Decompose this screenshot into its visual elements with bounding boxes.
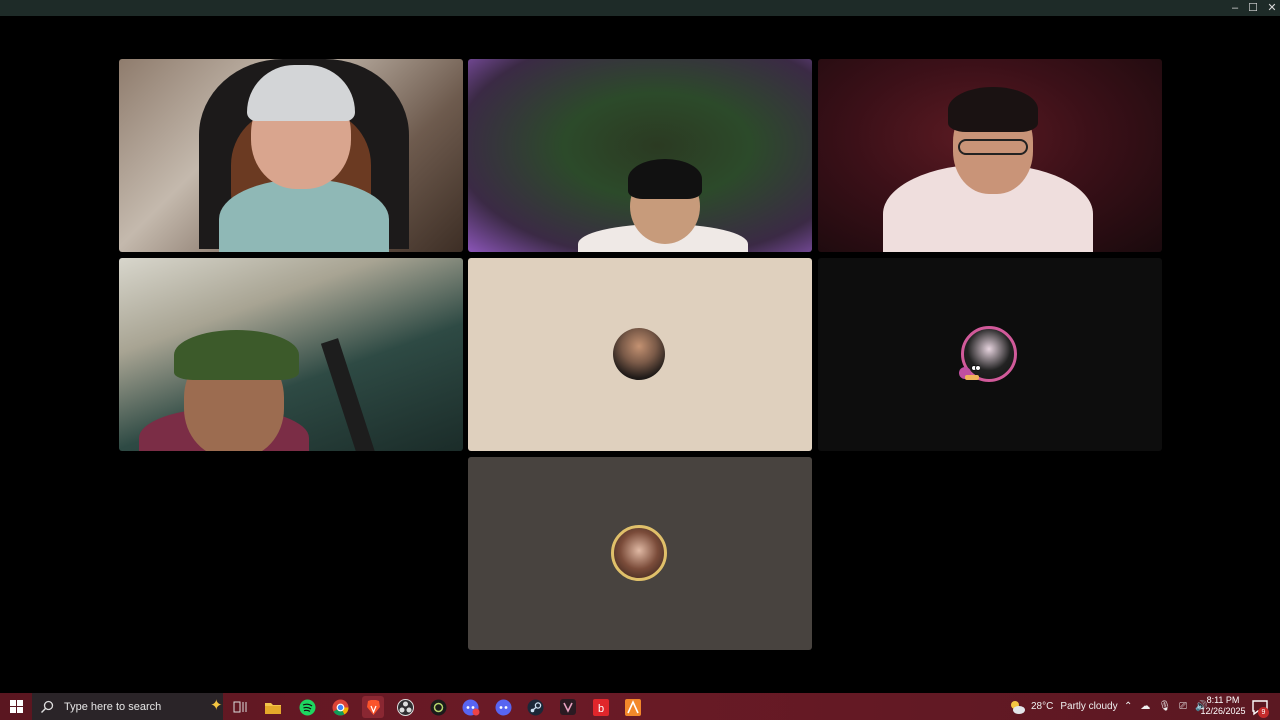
start-button[interactable] <box>0 693 32 720</box>
avatar <box>611 525 667 581</box>
vivaldi-icon[interactable] <box>557 696 579 718</box>
obs-icon[interactable] <box>394 696 416 718</box>
app-orange-icon[interactable] <box>622 696 644 718</box>
search-icon <box>41 700 54 713</box>
participant-tile-video-4[interactable] <box>119 258 463 451</box>
shirt-silhouette <box>219 179 389 252</box>
avatar <box>613 328 665 380</box>
file-explorer-icon[interactable] <box>262 696 284 718</box>
glasses-silhouette <box>958 139 1028 155</box>
participant-tile-video-3[interactable] <box>818 59 1162 252</box>
spotify-icon[interactable] <box>296 696 318 718</box>
windows-icon <box>9 700 23 713</box>
onedrive-icon[interactable]: ☁ <box>1140 701 1150 712</box>
search-input[interactable]: Type here to search ✦ <box>32 693 223 720</box>
weather-widget[interactable]: 28°C Partly cloudy <box>1008 693 1118 720</box>
brave-icon[interactable] <box>362 696 384 718</box>
search-placeholder: Type here to search <box>64 700 162 713</box>
avatar-decoration-icon <box>959 365 980 380</box>
network-icon[interactable]: ⎚ <box>1179 701 1187 712</box>
discord-icon[interactable] <box>492 696 514 718</box>
minimize-icon[interactable]: – <box>1225 0 1245 16</box>
svg-text:b: b <box>598 703 604 715</box>
title-bar: – ☐ ✕ <box>0 0 1280 16</box>
discord-notification-icon[interactable] <box>460 696 482 718</box>
system-tray: ⌃ ☁ 🎙 ⎚ 🔊 <box>1124 693 1208 720</box>
microphone-icon[interactable]: 🎙 <box>1158 701 1171 712</box>
participant-tile-avatar-2[interactable] <box>818 258 1162 451</box>
notification-count-badge: 9 <box>1258 707 1269 718</box>
hair-silhouette <box>948 87 1038 132</box>
partly-cloudy-icon <box>1011 700 1025 714</box>
mic-arm-silhouette <box>320 338 376 451</box>
weather-condition: Partly cloudy <box>1060 701 1118 712</box>
taskbar: Type here to search ✦ b 28°C Partly clou… <box>0 693 1280 720</box>
participant-tile-avatar-3[interactable] <box>468 457 812 650</box>
maximize-icon[interactable]: ☐ <box>1243 0 1263 16</box>
clock-time: 8:11 PM <box>1206 695 1240 705</box>
steam-icon[interactable] <box>524 696 546 718</box>
chrome-icon[interactable] <box>329 696 351 718</box>
clock-date: 12/26/2025 <box>1200 706 1246 716</box>
task-view-icon[interactable] <box>229 696 251 718</box>
cap-silhouette <box>174 330 299 380</box>
hair-silhouette <box>628 159 702 199</box>
sparkle-icon[interactable]: ✦ <box>210 697 223 715</box>
clock[interactable]: 8:11 PM 12/26/2025 <box>1198 695 1248 717</box>
participant-tile-video-1[interactable] <box>119 59 463 252</box>
app-red-icon[interactable]: b <box>590 696 612 718</box>
participant-tile-video-2[interactable] <box>468 59 812 252</box>
weather-temp: 28°C <box>1031 701 1054 712</box>
chevron-up-icon[interactable]: ⌃ <box>1124 701 1132 712</box>
participant-tile-avatar-1[interactable] <box>468 258 812 451</box>
app-icon[interactable] <box>427 696 449 718</box>
close-icon[interactable]: ✕ <box>1262 0 1280 16</box>
